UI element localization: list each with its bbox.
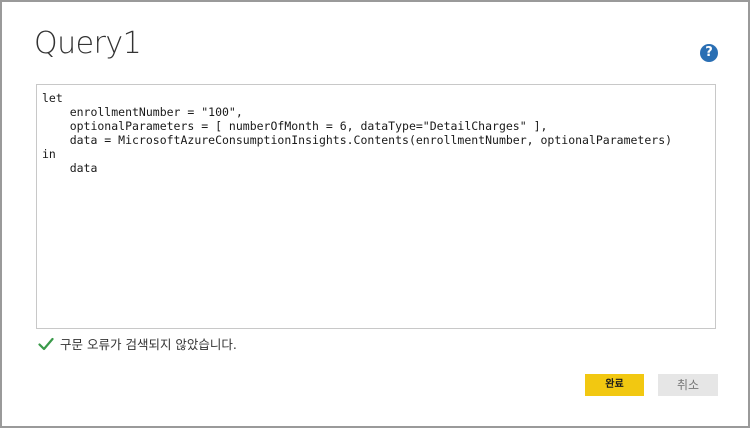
code-editor[interactable]: let enrollmentNumber = "100", optionalPa… [36,84,716,329]
syntax-status: 구문 오류가 검색되지 않았습니다. [38,334,237,353]
check-icon [38,337,54,350]
status-message: 구문 오류가 검색되지 않았습니다. [60,337,237,352]
code-line-5: in [42,147,56,161]
done-button[interactable]: 완료 [585,374,644,396]
code-line-1: let [42,91,63,105]
code-line-3: optionalParameters = [ numberOfMonth = 6… [42,119,548,133]
code-line-4: data = MicrosoftAzureConsumptionInsights… [42,133,673,147]
code-line-6: data [42,161,98,175]
code-line-2: enrollmentNumber = "100", [42,105,243,119]
help-icon[interactable]: ? [700,44,718,62]
dialog-title: Query1 [34,26,142,61]
advanced-editor-dialog: Query1 ? let enrollmentNumber = "100", o… [0,0,750,428]
cancel-button[interactable]: 취소 [658,374,718,396]
